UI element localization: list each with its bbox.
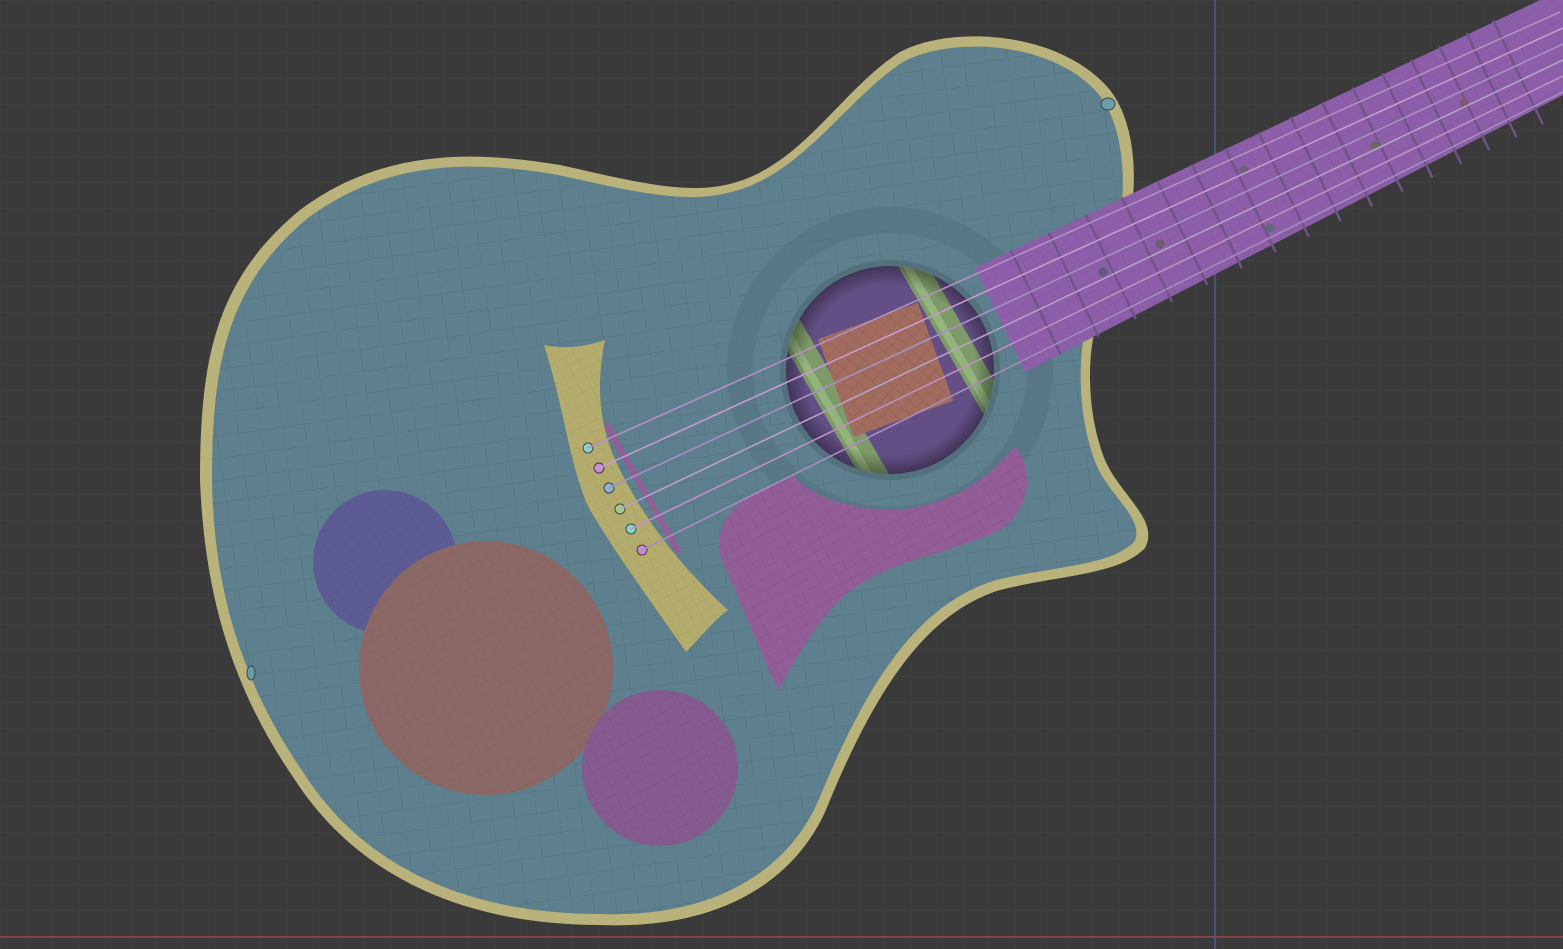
soundhole-shadow [786,266,994,474]
strap-button-top[interactable] [1100,97,1116,111]
fret-marker [1265,223,1275,233]
strap-button-bottom[interactable] [246,665,256,681]
disc-purple-mesh [582,690,738,846]
3d-viewport[interactable] [0,0,1563,949]
viewport-canvas[interactable] [0,0,1563,949]
fret-marker [1155,239,1165,249]
strap-button-cap [1100,97,1116,111]
disc-orange-mesh [359,541,613,795]
strap-button-cap [246,665,256,681]
fret-marker [1098,267,1108,277]
